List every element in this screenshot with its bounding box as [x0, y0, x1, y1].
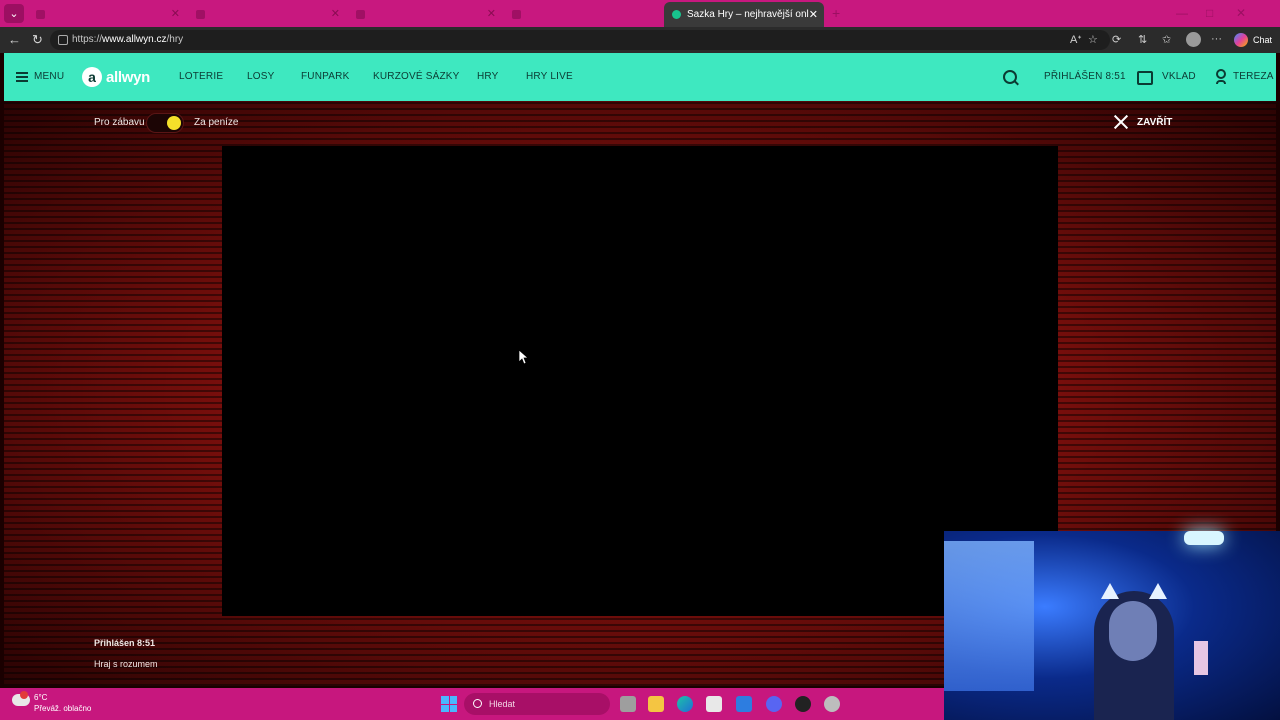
session-info: Přihlášen 8:51	[94, 638, 156, 648]
weather-alert-badge	[20, 691, 28, 699]
search-icon	[473, 699, 482, 708]
more-options-icon[interactable]: ···	[1211, 33, 1222, 45]
nav-hry-live[interactable]: HRY LIVE	[526, 71, 573, 82]
allwyn-logo[interactable]: a allwyn	[82, 67, 150, 87]
tab-close-icon[interactable]: ✕	[171, 7, 180, 20]
hamburger-menu-icon[interactable]	[16, 72, 28, 82]
responsible-gaming-link[interactable]: Hraj s rozumem	[94, 659, 158, 669]
mode-real-money-label[interactable]: Za peníze	[194, 117, 238, 128]
tab-favicon-icon	[196, 9, 205, 19]
active-tab-title: Sazka Hry – nejhravější online casino	[687, 9, 809, 20]
nav-funpark[interactable]: FUNPARK	[301, 71, 349, 82]
tab-actions-button[interactable]: ⌄	[4, 4, 24, 23]
chat-label: Chat	[1253, 35, 1273, 45]
menu-button[interactable]: MENU	[34, 71, 64, 82]
site-header: MENU a allwyn LOTERIE LOSY FUNPARK KURZO…	[4, 53, 1276, 101]
tab-close-icon[interactable]: ✕	[487, 7, 496, 20]
favorite-star-icon[interactable]: ☆	[1088, 33, 1098, 46]
brand-mark: a	[82, 67, 102, 87]
split-screen-icon[interactable]: ⇅	[1138, 33, 1147, 46]
close-icon	[1114, 115, 1128, 129]
mode-for-fun-label[interactable]: Pro zábavu	[94, 117, 145, 128]
favorites-icon[interactable]: ✩	[1162, 33, 1171, 46]
webcam-overlay	[944, 531, 1280, 720]
browser-tab[interactable]	[504, 3, 662, 25]
extensions-icon[interactable]: ⟳	[1112, 33, 1121, 46]
allwyn-favicon-icon	[672, 10, 681, 19]
file-explorer-icon[interactable]	[648, 696, 664, 712]
windows-start-icon[interactable]	[441, 696, 457, 712]
tab-favicon-icon	[356, 9, 365, 19]
weather-description[interactable]: Převáž. oblačno	[34, 704, 91, 713]
taskbar-search-placeholder: Hledat	[489, 699, 516, 709]
discord-icon[interactable]	[766, 696, 782, 712]
nav-loterie[interactable]: LOTERIE	[179, 71, 223, 82]
money-mode-toggle[interactable]	[146, 113, 184, 133]
nav-losy[interactable]: LOSY	[247, 71, 274, 82]
settings-gear-icon[interactable]	[824, 696, 840, 712]
reload-icon[interactable]: ↻	[32, 32, 43, 48]
minimize-icon[interactable]: —	[1176, 6, 1188, 20]
webcam-ceiling-light	[1184, 531, 1224, 545]
tab-favicon-icon	[512, 9, 521, 19]
taskbar-search[interactable]: Hledat	[464, 693, 610, 715]
browser-tab[interactable]: ✕	[28, 3, 186, 25]
webcam-streamer-face	[1109, 601, 1157, 661]
webcam-lamp	[1194, 641, 1208, 675]
close-game-button[interactable]: ZAVŘÍT	[1114, 115, 1172, 129]
tab-close-icon[interactable]: ✕	[809, 8, 818, 21]
lock-icon	[58, 35, 68, 45]
user-account-button[interactable]: TEREZA	[1233, 71, 1274, 82]
browser-toolbar: ← ↻ https://www.allwyn.cz/hry Aᐩ ☆ ⟳ ⇅ ✩…	[0, 27, 1280, 53]
mail-icon[interactable]	[736, 696, 752, 712]
copilot-chat-button[interactable]: Chat	[1234, 33, 1272, 47]
close-label: ZAVŘÍT	[1137, 116, 1173, 128]
browser-tab-bar: ⌄ ✕ ✕ ✕ Sazka Hry – nejhravější online c…	[0, 0, 1280, 27]
deposit-button[interactable]: VKLAD	[1162, 71, 1196, 82]
profile-avatar[interactable]	[1186, 32, 1201, 47]
edge-browser-icon[interactable]	[677, 696, 693, 712]
copilot-icon	[1234, 33, 1248, 47]
nav-kurzove-sazky[interactable]: KURZOVÉ SÁZKY	[373, 71, 460, 82]
mouse-cursor-icon	[519, 350, 529, 365]
tab-favicon-icon	[36, 9, 45, 19]
user-icon[interactable]	[1216, 69, 1226, 84]
toggle-knob	[167, 116, 181, 130]
webcam-window-curtain	[944, 541, 1034, 691]
cat-ear-headset-icon	[1099, 583, 1169, 605]
browser-tab[interactable]: ✕	[348, 3, 502, 25]
session-timer: PŘIHLÁŠEN 8:51	[1044, 71, 1126, 82]
search-icon[interactable]	[1003, 70, 1017, 84]
game-frame[interactable]	[222, 146, 1058, 616]
deposit-icon[interactable]	[1137, 71, 1153, 85]
tab-close-icon[interactable]: ✕	[331, 7, 340, 20]
read-aloud-icon[interactable]: Aᐩ	[1070, 33, 1082, 46]
window-close-icon[interactable]: ✕	[1236, 6, 1246, 20]
task-view-icon[interactable]	[620, 696, 636, 712]
nav-hry[interactable]: HRY	[477, 71, 499, 82]
weather-temperature[interactable]: 6°C	[34, 693, 47, 702]
url-text: https://www.allwyn.cz/hry	[72, 34, 184, 45]
obs-icon[interactable]	[795, 696, 811, 712]
browser-tab[interactable]: ✕	[188, 3, 346, 25]
store-icon[interactable]	[706, 696, 722, 712]
maximize-icon[interactable]: □	[1206, 6, 1213, 20]
back-arrow-icon[interactable]: ←	[8, 32, 21, 47]
brand-wordmark: allwyn	[106, 68, 151, 86]
browser-tab-active[interactable]: Sazka Hry – nejhravější online casino ✕	[664, 2, 824, 27]
new-tab-icon[interactable]: +	[832, 5, 840, 21]
address-bar[interactable]: https://www.allwyn.cz/hry	[50, 30, 1110, 50]
